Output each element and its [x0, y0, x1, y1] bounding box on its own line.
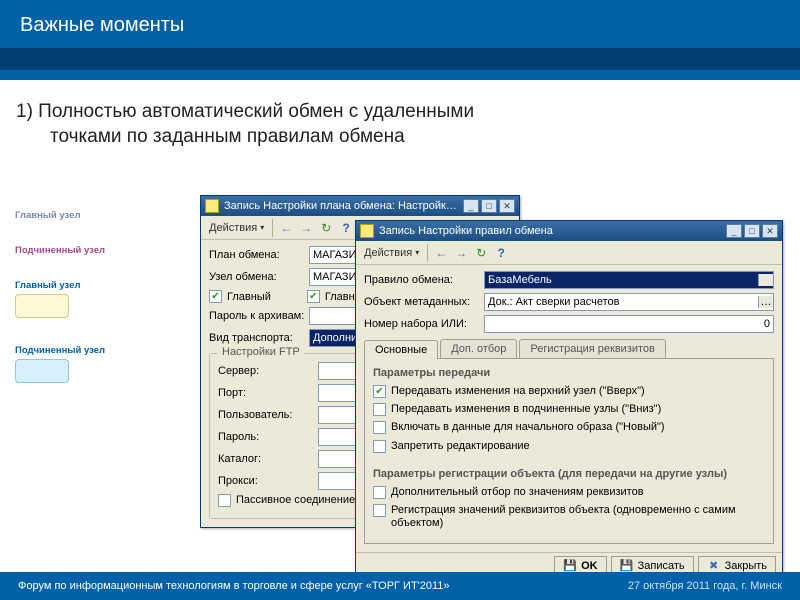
- rule-label: Правило обмена:: [364, 274, 484, 286]
- plan-label: План обмена:: [209, 249, 309, 261]
- footer-right: 27 октября 2011 года, г. Минск: [628, 580, 782, 592]
- refresh-icon[interactable]: [472, 244, 490, 262]
- main-label: Главный: [227, 291, 271, 303]
- minimize-button[interactable]: _: [463, 199, 479, 213]
- actions-menu[interactable]: Действия: [360, 245, 423, 261]
- chk-new-label: Включать в данные для начального образа …: [391, 421, 665, 434]
- actions-menu[interactable]: Действия: [205, 220, 268, 236]
- pwd-label: Пароль к архивам:: [209, 310, 309, 322]
- chk-reg-props[interactable]: [373, 504, 386, 517]
- server-label: Сервер:: [218, 365, 318, 377]
- close-button[interactable]: ✕: [499, 199, 515, 213]
- ftp-group-title: Настройки FTP: [218, 346, 304, 358]
- catalog-label: Каталог:: [218, 453, 318, 465]
- diag-node-sub: Подчиненный узел: [15, 245, 215, 256]
- slide-footer: Форум по информационным технологиям в то…: [0, 572, 800, 600]
- app-icon: [360, 224, 374, 238]
- tab-main-body: Параметры передачи Передавать изменения …: [364, 359, 774, 544]
- maximize-button[interactable]: □: [744, 224, 760, 238]
- tab-extra-filter[interactable]: Доп. отбор: [440, 339, 517, 358]
- help-icon[interactable]: [337, 219, 355, 237]
- window-exchange-rules: Запись Настройки правил обмена _ □ ✕ Дей…: [355, 220, 783, 579]
- body-line1: 1) Полностью автоматический обмен с удал…: [16, 101, 474, 122]
- chk-up[interactable]: [373, 385, 386, 398]
- header-divider: [0, 48, 800, 70]
- ok-label: OK: [581, 560, 598, 572]
- rule-input[interactable]: БазаМебель: [484, 271, 774, 289]
- chk-down-label: Передавать изменения в подчиненные узлы …: [391, 403, 661, 416]
- slide-body: 1) Полностью автоматический обмен с удал…: [16, 100, 784, 149]
- chk-extra-filter-label: Дополнительный отбор по значениям реквиз…: [391, 486, 644, 499]
- forward-icon[interactable]: [297, 219, 315, 237]
- chk-extra-filter[interactable]: [373, 486, 386, 499]
- setnum-input[interactable]: 0: [484, 315, 774, 333]
- diag-box-yellow: [15, 294, 69, 318]
- titlebar[interactable]: Запись Настройки плана обмена: Настройки…: [201, 196, 519, 216]
- maximize-button[interactable]: □: [481, 199, 497, 213]
- chk-lock-label: Запретить редактирование: [391, 440, 530, 453]
- close-button[interactable]: ✕: [762, 224, 778, 238]
- refresh-icon[interactable]: [317, 219, 335, 237]
- chk-reg-props-label: Регистрация значений реквизитов объекта …: [391, 504, 765, 530]
- tab-main[interactable]: Основные: [364, 340, 438, 359]
- main-checkbox[interactable]: [209, 290, 222, 303]
- chk-down[interactable]: [373, 403, 386, 416]
- save-label: Записать: [638, 560, 685, 572]
- save-icon: [620, 559, 634, 573]
- main-checkbox2[interactable]: [307, 290, 320, 303]
- user-label: Пользователь:: [218, 409, 318, 421]
- help-icon[interactable]: [492, 244, 510, 262]
- passive-checkbox[interactable]: [218, 494, 231, 507]
- close-label: Закрыть: [725, 560, 767, 572]
- node-diagram: Главный узел Подчиненный узел Главный уз…: [15, 210, 215, 410]
- diag-box-cyan: [15, 359, 69, 383]
- save-ok-icon: [563, 559, 577, 573]
- meta-input[interactable]: Док.: Акт сверки расчетов: [484, 293, 774, 311]
- passive-label: Пассивное соединение: [236, 494, 355, 507]
- close-icon: [707, 559, 721, 573]
- window-title: Запись Настройки правил обмена: [379, 225, 724, 237]
- params-reg-title: Параметры регистрации объекта (для перед…: [373, 458, 765, 486]
- params-send-title: Параметры передачи: [373, 367, 765, 385]
- diag-node-main: Главный узел: [15, 210, 215, 221]
- toolbar: Действия: [356, 241, 782, 265]
- transport-label: Вид транспорта:: [209, 332, 309, 344]
- chk-new[interactable]: [373, 421, 386, 434]
- pass-label: Пароль:: [218, 431, 318, 443]
- forward-icon[interactable]: [452, 244, 470, 262]
- footer-left: Форум по информационным технологиям в то…: [18, 580, 450, 592]
- window-title: Запись Настройки плана обмена: Настройки…: [224, 200, 461, 212]
- titlebar[interactable]: Запись Настройки правил обмена _ □ ✕: [356, 221, 782, 241]
- setnum-label: Номер набора ИЛИ:: [364, 318, 484, 330]
- chk-up-label: Передавать изменения на верхний узел ("В…: [391, 385, 645, 398]
- body-line2: точками по заданным правилам обмена: [16, 125, 784, 150]
- minimize-button[interactable]: _: [726, 224, 742, 238]
- app-icon: [205, 199, 219, 213]
- meta-label: Объект метаданных:: [364, 296, 484, 308]
- port-label: Порт:: [218, 387, 318, 399]
- tab-reg-props[interactable]: Регистрация реквизитов: [519, 339, 665, 358]
- tabs: Основные Доп. отбор Регистрация реквизит…: [364, 339, 774, 359]
- slide-title: Важные моменты: [20, 14, 780, 37]
- proxy-label: Прокси:: [218, 475, 318, 487]
- diag-node-sub2: Подчиненный узел: [15, 345, 215, 356]
- back-icon[interactable]: [277, 219, 295, 237]
- back-icon[interactable]: [432, 244, 450, 262]
- chk-lock[interactable]: [373, 440, 386, 453]
- node-label: Узел обмена:: [209, 271, 309, 283]
- diag-node-main2: Главный узел: [15, 280, 215, 291]
